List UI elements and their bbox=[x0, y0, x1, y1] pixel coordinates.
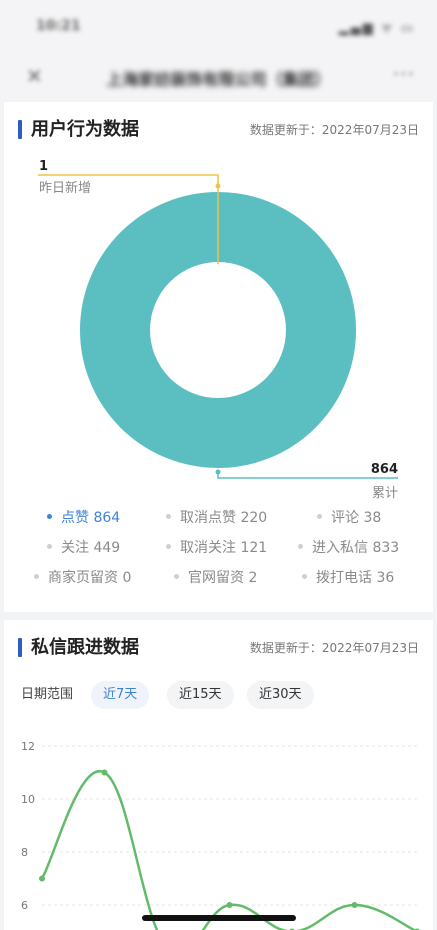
legend-row: 关注 449 取消关注 121 进入私信 833 bbox=[4, 537, 433, 559]
leader-dot-new bbox=[215, 183, 221, 189]
data-point[interactable] bbox=[101, 769, 108, 776]
legend-label: 评论 38 bbox=[331, 510, 382, 526]
legend-label: 拨打电话 36 bbox=[316, 570, 395, 586]
legend-item-phone-calls[interactable]: 拨打电话 36 bbox=[302, 567, 394, 589]
legend-dot bbox=[298, 543, 303, 549]
legend-dot bbox=[317, 513, 322, 519]
page-title: 上海家纺装饰有限公司（集团） bbox=[106, 70, 331, 89]
legend-item-unlikes[interactable]: 取消点赞 220 bbox=[166, 507, 267, 529]
y-tick-label: 12 bbox=[21, 740, 35, 753]
legend-row: 点赞 864 取消点赞 220 评论 38 bbox=[4, 507, 433, 529]
legend-item-merchant-leads[interactable]: 商家页留资 0 bbox=[34, 567, 131, 589]
total-value: 864 bbox=[370, 462, 398, 477]
legend-dot bbox=[47, 513, 52, 519]
legend-label: 商家页留资 0 bbox=[48, 570, 132, 586]
legend-label: 点赞 864 bbox=[61, 510, 121, 526]
legend-dot bbox=[34, 573, 39, 579]
legend-item-unfollows[interactable]: 取消关注 121 bbox=[166, 537, 267, 559]
legend-label: 取消点赞 220 bbox=[180, 510, 268, 526]
legend-label: 进入私信 833 bbox=[312, 540, 400, 556]
legend-label: 关注 449 bbox=[61, 540, 121, 556]
legend-dot bbox=[47, 543, 52, 549]
legend-dot bbox=[166, 513, 171, 519]
y-tick-label: 6 bbox=[21, 899, 28, 912]
data-point[interactable] bbox=[226, 902, 233, 908]
home-indicator bbox=[142, 915, 296, 921]
legend-dot bbox=[174, 573, 179, 579]
legend-label: 官网留资 2 bbox=[188, 570, 258, 586]
nav-bar: ✕ 上海家纺装饰有限公司（集团） ··· bbox=[0, 54, 437, 100]
donut-chart bbox=[38, 174, 398, 479]
data-point[interactable] bbox=[351, 902, 358, 908]
legend-row: 商家页留资 0 官网留资 2 拨打电话 36 bbox=[4, 567, 433, 589]
y-tick-label: 8 bbox=[21, 846, 28, 859]
status-bar: 10:21 ▂▄▆ ᯤ ▭ bbox=[0, 0, 437, 54]
legend-label: 取消关注 121 bbox=[180, 540, 268, 556]
legend-item-private-messages[interactable]: 进入私信 833 bbox=[298, 537, 399, 559]
user-behavior-card: 用户行为数据 数据更新于：2022年07月23日 1 昨日新增 864 累计 点… bbox=[4, 102, 433, 612]
legend-item-likes[interactable]: 点赞 864 bbox=[47, 507, 120, 529]
legend-dot bbox=[166, 543, 171, 549]
legend-item-comments[interactable]: 评论 38 bbox=[317, 507, 381, 529]
new-value: 1 bbox=[39, 159, 49, 174]
legend-item-follows[interactable]: 关注 449 bbox=[47, 537, 120, 559]
line-chart: 6 8 10 12 bbox=[21, 740, 420, 930]
more-icon[interactable]: ··· bbox=[393, 62, 415, 86]
private-message-card: 私信跟进数据 数据更新于：2022年07月23日 日期范围 近7天 近15天 近… bbox=[4, 620, 433, 930]
status-icons: ▂▄▆ ᯤ ▭ bbox=[338, 21, 415, 36]
legend-dot bbox=[302, 573, 307, 579]
leader-dot-total bbox=[215, 469, 221, 475]
legend-item-website-leads[interactable]: 官网留资 2 bbox=[174, 567, 257, 589]
status-time: 10:21 bbox=[36, 18, 81, 34]
new-label: 昨日新增 bbox=[39, 181, 92, 196]
y-tick-label: 10 bbox=[21, 793, 35, 806]
total-label: 累计 bbox=[371, 486, 398, 501]
data-point[interactable] bbox=[39, 875, 45, 882]
